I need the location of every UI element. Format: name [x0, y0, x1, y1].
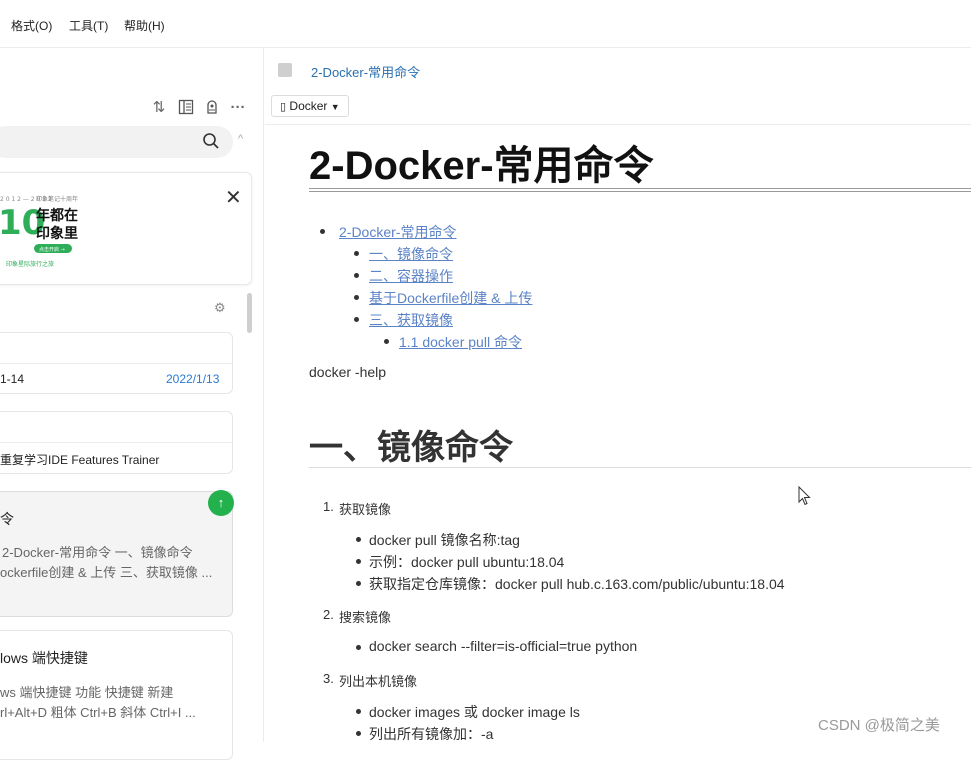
- svg-text:年都在: 年都在: [36, 207, 78, 224]
- note-title-partial: 令: [0, 511, 14, 527]
- collapse-caret-icon[interactable]: ^: [238, 133, 243, 145]
- menu-bar: 格式(O) 工具(T) 帮助(H): [0, 0, 971, 48]
- svg-text:印象笔记十周年: 印象笔记十周年: [36, 195, 78, 203]
- chevron-down-icon: ▼: [330, 102, 340, 112]
- list-item: 列出所有镜像加：-a: [369, 726, 494, 742]
- promo-logo: 2 0 1 2 — 2 0 2 2 印象笔记十周年 10 年都在 印象里 点击开…: [0, 192, 84, 272]
- view-layout-icon[interactable]: [177, 99, 195, 117]
- divider: [265, 124, 971, 125]
- menu-help[interactable]: 帮助(H): [124, 17, 165, 34]
- ordered-item-num: 2.: [323, 607, 334, 622]
- note-snippet-line1: 2-Docker-常用命令 一、镜像命令: [2, 545, 193, 560]
- toc-link[interactable]: 基于Dockerfile创建 & 上传: [369, 288, 532, 308]
- more-options-icon[interactable]: ···: [229, 99, 247, 117]
- menu-tools[interactable]: 工具(T): [69, 17, 108, 34]
- page-title[interactable]: 2-Docker-常用命令: [309, 133, 654, 191]
- toc-link[interactable]: 三、获取镜像: [369, 310, 453, 330]
- list-item: docker images 或 docker image ls: [369, 704, 580, 720]
- svg-text:点击开启 →: 点击开启 →: [39, 246, 65, 253]
- menu-format[interactable]: 格式(O): [11, 17, 52, 34]
- note-snippet: 重复学习IDE Features Trainer: [0, 453, 160, 467]
- scrollbar[interactable]: [247, 293, 252, 333]
- watermark: CSDN @极简之美: [818, 717, 940, 734]
- notebook-label: Docker: [289, 99, 328, 113]
- svg-text:印象星际旅行之旅: 印象星际旅行之旅: [6, 260, 54, 268]
- note-date-partial: 1-14: [0, 372, 25, 386]
- note-title-partial: lows 端快捷键: [0, 650, 88, 666]
- ordered-item-label: 获取镜像: [339, 502, 392, 517]
- toc-link[interactable]: 2-Docker-常用命令: [339, 222, 456, 242]
- search-input[interactable]: [0, 126, 233, 158]
- sync-up-icon: ↑: [208, 490, 234, 516]
- note-snippet-line2: ockerfile创建 & 上传 三、获取镜像 ...: [0, 565, 213, 580]
- toc-link[interactable]: 一、镜像命令: [369, 244, 453, 264]
- svg-text:印象里: 印象里: [36, 225, 78, 242]
- note-date: 2022/1/13: [166, 372, 220, 386]
- note-snippet-line2: rl+Alt+D 粗体 Ctrl+B 斜体 Ctrl+I ...: [0, 705, 196, 720]
- gear-icon[interactable]: ⚙: [214, 300, 226, 316]
- shortcut-icon[interactable]: [203, 99, 221, 117]
- ordered-item-label: 搜索镜像: [339, 610, 392, 625]
- ordered-item-num: 3.: [323, 671, 334, 686]
- notebook-icon: ▯: [280, 101, 287, 113]
- note-snippet-line1: ws 端快捷键 功能 快捷键 新建: [0, 685, 174, 700]
- sort-icon[interactable]: ⇅: [150, 99, 168, 117]
- title-rule: [309, 188, 971, 192]
- list-item: 获取指定仓库镜像：docker pull hub.c.163.com/publi…: [369, 576, 785, 592]
- toc-link[interactable]: 二、容器操作: [369, 266, 453, 286]
- close-icon[interactable]: ✕: [225, 185, 242, 210]
- notebook-selector-button[interactable]: ▯ Docker ▼: [271, 95, 349, 117]
- note-thumbnail-icon[interactable]: [278, 63, 292, 77]
- section-heading: 一、镜像命令: [309, 429, 513, 467]
- mouse-cursor-icon: [798, 485, 812, 511]
- section-rule: [309, 467, 971, 468]
- help-line: docker -help: [309, 364, 387, 380]
- list-item: docker search --filter=is-official=true …: [369, 638, 638, 654]
- list-item: docker pull 镜像名称:tag: [369, 532, 520, 548]
- ordered-item-label: 列出本机镜像: [339, 674, 418, 689]
- ordered-item-num: 1.: [323, 499, 334, 514]
- toc-link[interactable]: 1.1 docker pull 命令: [399, 332, 522, 352]
- list-item: 示例：docker pull ubuntu:18.04: [369, 554, 565, 570]
- search-icon[interactable]: [202, 132, 222, 152]
- breadcrumb[interactable]: 2-Docker-常用命令: [311, 62, 420, 81]
